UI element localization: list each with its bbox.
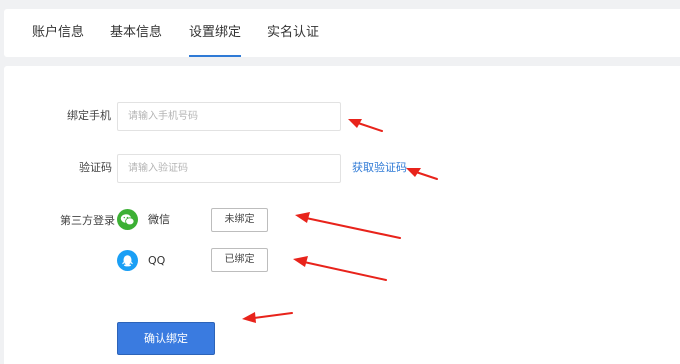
arrow-phone (348, 119, 383, 132)
arrow-qq (293, 256, 387, 281)
annotation-arrows (242, 119, 438, 323)
arrow-confirm (242, 312, 293, 323)
arrow-get-code (406, 168, 438, 180)
arrow-wechat (295, 212, 401, 239)
